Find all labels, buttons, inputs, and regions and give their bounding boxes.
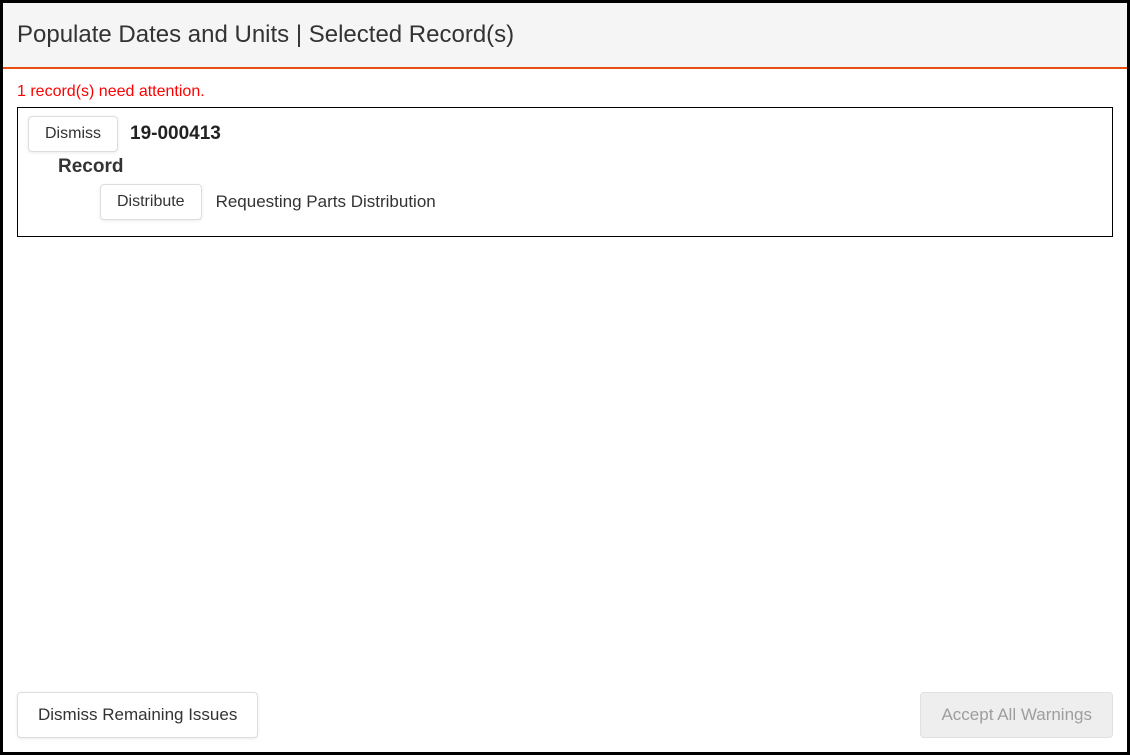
dialog-title: Populate Dates and Units | Selected Reco… bbox=[17, 21, 1113, 49]
dialog-footer: Dismiss Remaining Issues Accept All Warn… bbox=[3, 678, 1127, 752]
action-description: Requesting Parts Distribution bbox=[216, 192, 436, 212]
dialog-header: Populate Dates and Units | Selected Reco… bbox=[3, 3, 1127, 69]
record-header-row: Dismiss 19-000413 bbox=[28, 116, 1096, 152]
record-id: 19-000413 bbox=[130, 123, 221, 145]
dismiss-remaining-button[interactable]: Dismiss Remaining Issues bbox=[17, 692, 258, 738]
dismiss-button[interactable]: Dismiss bbox=[28, 116, 118, 152]
record-action-row: Distribute Requesting Parts Distribution bbox=[100, 184, 1096, 220]
dialog-content: 1 record(s) need attention. Dismiss 19-0… bbox=[3, 69, 1127, 678]
distribute-button[interactable]: Distribute bbox=[100, 184, 202, 220]
record-card: Dismiss 19-000413 Record Distribute Requ… bbox=[17, 107, 1113, 237]
attention-message: 1 record(s) need attention. bbox=[17, 83, 1113, 101]
record-label: Record bbox=[58, 156, 1096, 178]
accept-all-warnings-button: Accept All Warnings bbox=[920, 692, 1113, 738]
